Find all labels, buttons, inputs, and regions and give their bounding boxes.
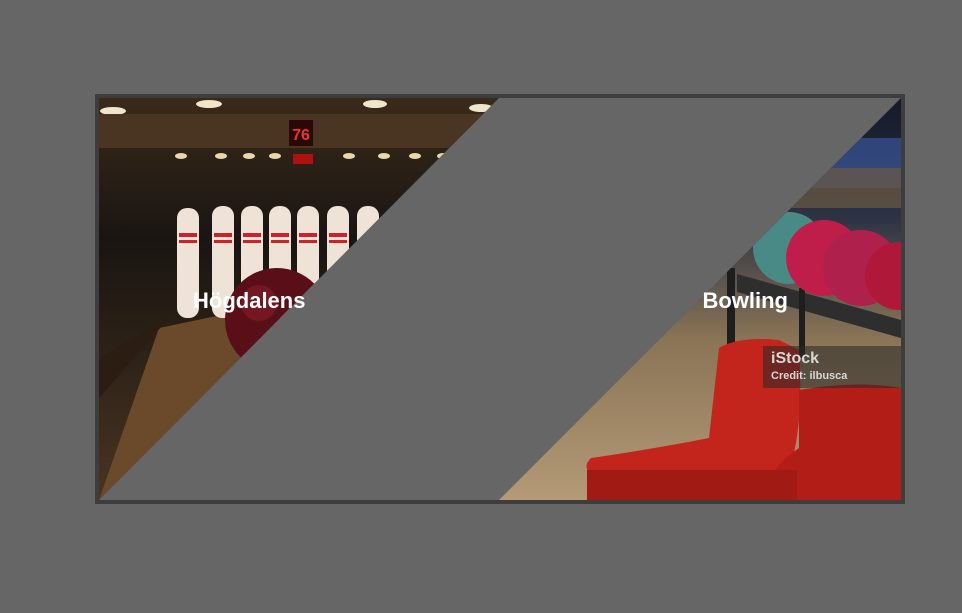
split-image-stage: 76 Högdalens Bowling iStock Credit: ilbu… <box>99 98 901 500</box>
watermark-credit: Credit: ilbusca <box>771 370 848 382</box>
svg-text:76: 76 <box>292 127 310 144</box>
image-frame: 76 Högdalens Bowling iStock Credit: ilbu… <box>95 94 905 504</box>
title-right: Bowling <box>702 288 788 313</box>
istock-watermark: iStock Credit: ilbusca <box>763 346 901 388</box>
watermark-brand: iStock <box>771 350 820 367</box>
title-left: Högdalens <box>193 288 306 313</box>
